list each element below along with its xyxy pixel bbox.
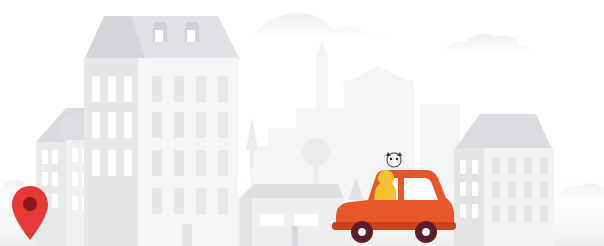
building-right	[454, 114, 554, 246]
wheel-rear	[415, 221, 437, 243]
building-left-tall	[84, 16, 240, 246]
city-illustration	[0, 13, 604, 246]
cloud-2	[440, 34, 536, 54]
dog	[386, 152, 402, 168]
building-garage	[238, 184, 344, 246]
wheel-front	[351, 221, 373, 243]
cloud-1	[252, 13, 392, 41]
